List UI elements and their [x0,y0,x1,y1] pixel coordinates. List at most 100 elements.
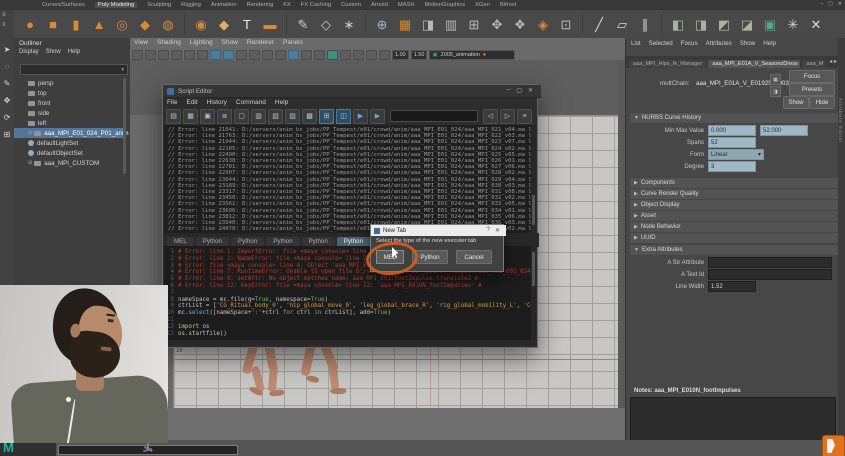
load-script-icon[interactable]: ▣ [200,109,215,124]
shelf-tab-fx[interactable]: FX [283,2,290,8]
restore-icon[interactable]: ▢ [828,1,833,7]
hide-button[interactable]: Hide [809,96,835,109]
window-controls[interactable]: –▢ ✕ [820,1,842,7]
bridge-icon[interactable]: ◈ [533,14,553,34]
grid-toggle-icon[interactable] [145,50,156,60]
outliner-menu-show[interactable]: Show [46,49,61,55]
scene-name-field[interactable]: ▣2005_animation● [429,50,515,60]
attribute-editor-vertical-tab[interactable]: Attribute Editor [838,98,843,144]
type-tool-icon[interactable]: T [237,14,257,34]
dialog-close-button[interactable]: ✕ [495,227,500,234]
super-ellipse-icon[interactable]: ◉ [191,14,211,34]
outliner-menu-display[interactable]: Display [19,49,39,55]
close-icon[interactable]: ✕ [838,1,842,7]
section-extra-attributes[interactable]: ▼Extra Attributes [629,244,841,256]
lights-icon[interactable] [275,50,286,60]
attribute-field[interactable]: 0.000 [708,125,756,136]
outliner-item[interactable]: ⊞aaa_MPI_E01_024_P01_anim [14,128,126,138]
expand-icon[interactable]: ⊞ [28,160,32,166]
sculpt-icon[interactable]: ◧ [668,14,688,34]
exposure-icon[interactable] [379,50,390,60]
notes-textarea[interactable] [630,397,836,441]
outliner-menu-help[interactable]: Help [68,49,80,55]
line-numbers-icon[interactable]: ⊞ [319,109,334,124]
safe-title-icon[interactable] [223,50,234,60]
poly-cone-icon[interactable]: ▲ [89,14,109,34]
dialog-button-cancel[interactable]: Cancel [456,250,492,264]
clear-history-icon[interactable]: ≣ [217,109,232,124]
viewport-menu-renderer[interactable]: Renderer [247,39,274,46]
script-tab-python-1[interactable]: Python [196,237,229,246]
shelf-tab-bifrost[interactable]: Bifrost [500,2,516,8]
outliner-item[interactable]: defaultLightSet [14,138,126,148]
knife-icon[interactable]: ▣ [760,14,780,34]
dialog-help-button[interactable]: ? [487,227,490,234]
mirror-icon[interactable]: ✥ [487,14,507,34]
shelf-tab-xgen[interactable]: XGen [475,2,490,8]
shelf-tab-custom[interactable]: Custom [341,2,361,8]
open-script-icon[interactable]: ▦ [183,109,198,124]
script-tab-python-5[interactable]: Python [337,237,370,246]
delete-history-icon[interactable]: ✳ [783,14,803,34]
swatch-icon[interactable]: ◨ [770,86,781,97]
viewport-menu-view[interactable]: View [134,39,148,46]
shelf-menu-icon[interactable]: ≡≡ [2,12,6,28]
multi-cut-icon[interactable]: ╱ [589,14,609,34]
shelf-tab-animation[interactable]: Animation [211,2,237,8]
ep-curve-icon[interactable]: ✎ [293,14,313,34]
field-chart-icon[interactable] [197,50,208,60]
attribute-field[interactable] [708,269,832,280]
right-sidebar-strip[interactable]: Attribute Editor [838,38,845,456]
pin-icon[interactable]: ▦ [770,74,781,85]
quad-draw-icon[interactable]: ▱ [612,14,632,34]
se-search-input[interactable] [390,110,478,122]
render-globe-icon[interactable]: ⊕ [372,14,392,34]
separate-icon[interactable]: ▥ [441,14,461,34]
outliner-item[interactable]: left [14,118,126,128]
boolean-icon[interactable]: ❖ [510,14,530,34]
platonic-solid-icon[interactable]: ◆ [214,14,234,34]
section-nurbs-curve-history[interactable]: ▼NURBS Curve History [629,112,841,124]
move-tool-icon[interactable]: ✥ [4,97,11,105]
grab-icon[interactable]: ◪ [737,14,757,34]
execute-icon[interactable]: ▶ [370,109,385,124]
se-minimize-icon[interactable]: – [507,87,510,94]
poly-cylinder-icon[interactable]: ▮ [66,14,86,34]
outliner-item[interactable]: persp [14,78,126,88]
pencil-curve-icon[interactable]: ∗ [339,14,359,34]
tab-scroll-arrows[interactable]: ◂ ▸ [829,58,837,65]
bezier-curve-icon[interactable]: ◇ [316,14,336,34]
ae-menu-selected[interactable]: Selected [649,40,673,47]
script-tab-python-4[interactable]: Python [302,237,335,246]
outliner-scrollbar[interactable] [123,78,126,174]
attribute-field[interactable]: 52 [708,137,756,148]
outliner-item[interactable]: front [14,98,126,108]
outliner-item[interactable]: top [14,88,126,98]
extrude-icon[interactable]: ⊡ [556,14,576,34]
se-menu-command[interactable]: Command [236,99,266,106]
echo-commands-icon[interactable]: ▧ [268,109,283,124]
exposure-field[interactable]: 1.00 [392,50,409,60]
execute-all-icon[interactable]: ▶ [353,109,368,124]
minimize-icon[interactable]: – [820,1,823,7]
script-history-pane[interactable]: // Error: line 21041: D:/servers/anim_bs… [164,125,534,235]
uv-grid-icon[interactable]: ▦ [395,14,415,34]
smooth-icon[interactable]: ⊞ [464,14,484,34]
clear-all-icon[interactable]: ▥ [251,109,266,124]
ae-menu-list[interactable]: List [631,40,641,47]
shaded-icon[interactable] [249,50,260,60]
scale-tool-icon[interactable]: ⊞ [4,131,11,139]
clear-input-icon[interactable]: ▢ [234,109,249,124]
poly-pyramid-icon[interactable]: ◆ [135,14,155,34]
se-menu-file[interactable]: File [167,99,177,106]
ae-menu-attributes[interactable]: Attributes [706,40,732,47]
shelf-tab-rendering[interactable]: Rendering [247,2,274,8]
create-polygon-icon[interactable]: ∥ [635,14,655,34]
shelf-tab-fx-caching[interactable]: FX Caching [301,2,331,8]
script-editor-window-controls[interactable]: –▢✕ [507,87,533,94]
select-tool-icon[interactable]: ➤ [4,46,11,54]
save-script-icon[interactable]: ▤ [166,109,181,124]
relax-icon[interactable]: ◨ [691,14,711,34]
input-scrollbar[interactable] [531,246,536,340]
ao-icon[interactable] [301,50,312,60]
